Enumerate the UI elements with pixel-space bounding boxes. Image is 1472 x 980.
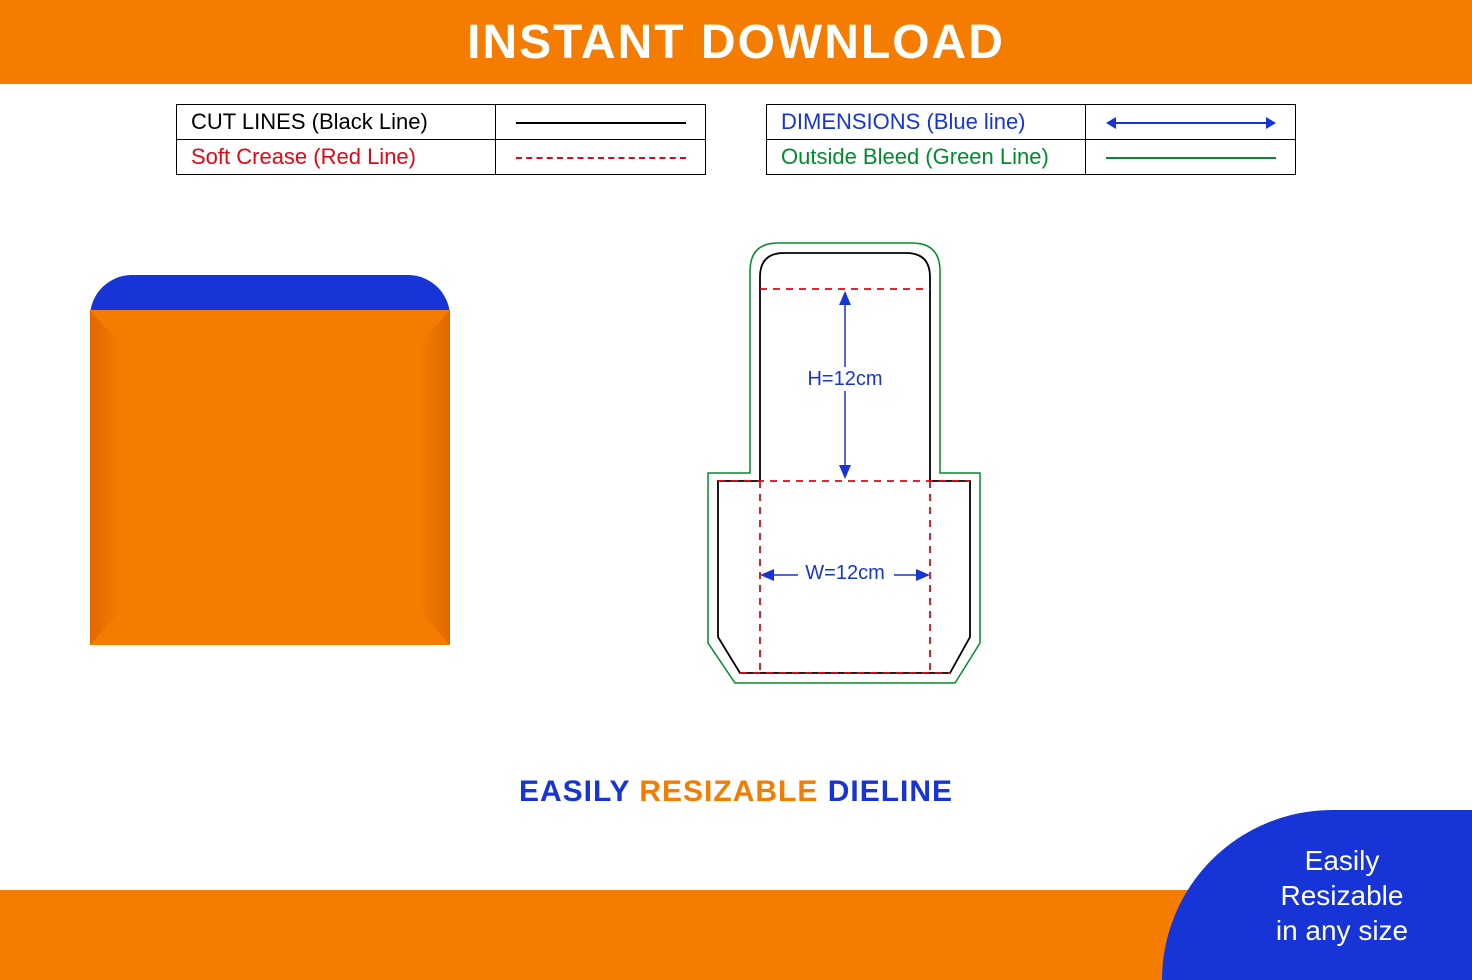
badge-line2: Resizable — [1281, 878, 1404, 913]
envelope-front — [90, 310, 450, 645]
legend-cutlines-sample — [496, 105, 706, 140]
legend-bleed-label: Outside Bleed (Green Line) — [767, 140, 1086, 175]
solid-green-line-icon — [1106, 157, 1276, 159]
resizable-badge: Easily Resizable in any size — [1162, 810, 1472, 980]
badge-line1: Easily — [1305, 843, 1380, 878]
dieline-diagram: H=12cm H=12cm W=12cm — [680, 235, 1040, 725]
envelope-fold-left — [90, 310, 120, 645]
legend-crease-sample — [496, 140, 706, 175]
dashed-line-icon — [516, 157, 686, 159]
dim-w-text: W=12cm — [805, 562, 884, 584]
tagline-w1: EASILY — [519, 775, 630, 808]
tagline-w2: RESIZABLE — [639, 775, 818, 808]
header-banner: INSTANT DOWNLOAD — [0, 0, 1472, 84]
tagline: EASILY RESIZABLE DIELINE — [0, 775, 1472, 809]
envelope-fold-right — [420, 310, 450, 645]
legend-table-left: CUT LINES (Black Line) Soft Crease (Red … — [176, 104, 706, 175]
envelope-mockup — [90, 275, 450, 645]
badge-line3: in any size — [1276, 913, 1408, 948]
legend-bleed-sample — [1086, 140, 1296, 175]
legend: CUT LINES (Black Line) Soft Crease (Red … — [0, 104, 1472, 175]
page-title: INSTANT DOWNLOAD — [467, 15, 1005, 70]
arrow-line-icon — [1106, 117, 1276, 129]
legend-crease-label: Soft Crease (Red Line) — [177, 140, 496, 175]
legend-table-right: DIMENSIONS (Blue line) Outside Bleed (Gr… — [766, 104, 1296, 175]
dim-h-text2: H=12cm — [807, 368, 882, 390]
solid-line-icon — [516, 122, 686, 124]
legend-dimensions-sample — [1086, 105, 1296, 140]
tagline-w3: DIELINE — [828, 775, 953, 808]
legend-cutlines-label: CUT LINES (Black Line) — [177, 105, 496, 140]
legend-dimensions-label: DIMENSIONS (Blue line) — [767, 105, 1086, 140]
